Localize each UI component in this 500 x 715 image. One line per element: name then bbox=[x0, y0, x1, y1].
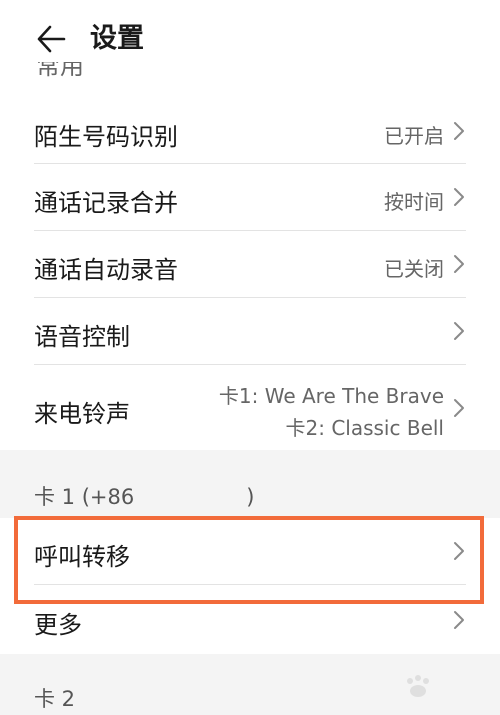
chevron-right-icon bbox=[454, 322, 464, 340]
row-voice-control[interactable]: 语音控制 bbox=[0, 298, 500, 364]
row-call-log-merge[interactable]: 通话记录合并 按时间 bbox=[0, 164, 500, 230]
row-value: 按时间 bbox=[384, 190, 444, 214]
chevron-right-icon bbox=[454, 188, 464, 206]
row-auto-call-record[interactable]: 通话自动录音 已关闭 bbox=[0, 231, 500, 297]
card1-section-label: 卡 1 (+86) bbox=[34, 481, 254, 511]
row-label: 陌生号码识别 bbox=[34, 123, 178, 151]
row-unknown-number-identify[interactable]: 陌生号码识别 已开启 bbox=[0, 80, 500, 163]
back-arrow-icon[interactable] bbox=[36, 22, 66, 56]
row-label: 通话记录合并 bbox=[34, 189, 178, 217]
row-label: 通话自动录音 bbox=[34, 256, 178, 284]
settings-group-card1: 呼叫转移 更多 bbox=[0, 518, 500, 654]
row-value: 已关闭 bbox=[384, 257, 444, 281]
card1-label-prefix: 卡 1 (+86 bbox=[34, 485, 135, 509]
chevron-right-icon bbox=[454, 542, 464, 560]
card1-label-suffix: ) bbox=[246, 485, 255, 509]
row-label: 语音控制 bbox=[34, 323, 130, 351]
chevron-right-icon bbox=[454, 255, 464, 273]
row-value-card1: 卡1: We Are The Brave bbox=[218, 384, 444, 408]
paw-icon bbox=[407, 675, 429, 697]
app-header: 设置 常用 bbox=[0, 0, 500, 80]
section-header-partial: 常用 bbox=[36, 62, 84, 80]
watermark-logo bbox=[358, 671, 478, 707]
row-ringtone[interactable]: 来电铃声 卡1: We Are The Brave 卡2: Classic Be… bbox=[0, 365, 500, 450]
row-call-forwarding[interactable]: 呼叫转移 bbox=[0, 518, 500, 584]
row-value: 已开启 bbox=[384, 124, 444, 148]
row-more[interactable]: 更多 bbox=[0, 585, 500, 654]
page-title: 设置 bbox=[90, 23, 144, 54]
chevron-right-icon bbox=[454, 122, 464, 140]
row-label: 更多 bbox=[34, 611, 82, 639]
settings-group-general: 陌生号码识别 已开启 通话记录合并 按时间 通话自动录音 已关闭 语音控制 来电… bbox=[0, 80, 500, 450]
row-label: 呼叫转移 bbox=[34, 543, 130, 571]
row-label: 来电铃声 bbox=[34, 400, 130, 428]
chevron-right-icon bbox=[454, 399, 464, 417]
row-value-card2: 卡2: Classic Bell bbox=[285, 416, 445, 440]
chevron-right-icon bbox=[454, 611, 464, 629]
card2-section-label: 卡 2 bbox=[34, 687, 76, 711]
